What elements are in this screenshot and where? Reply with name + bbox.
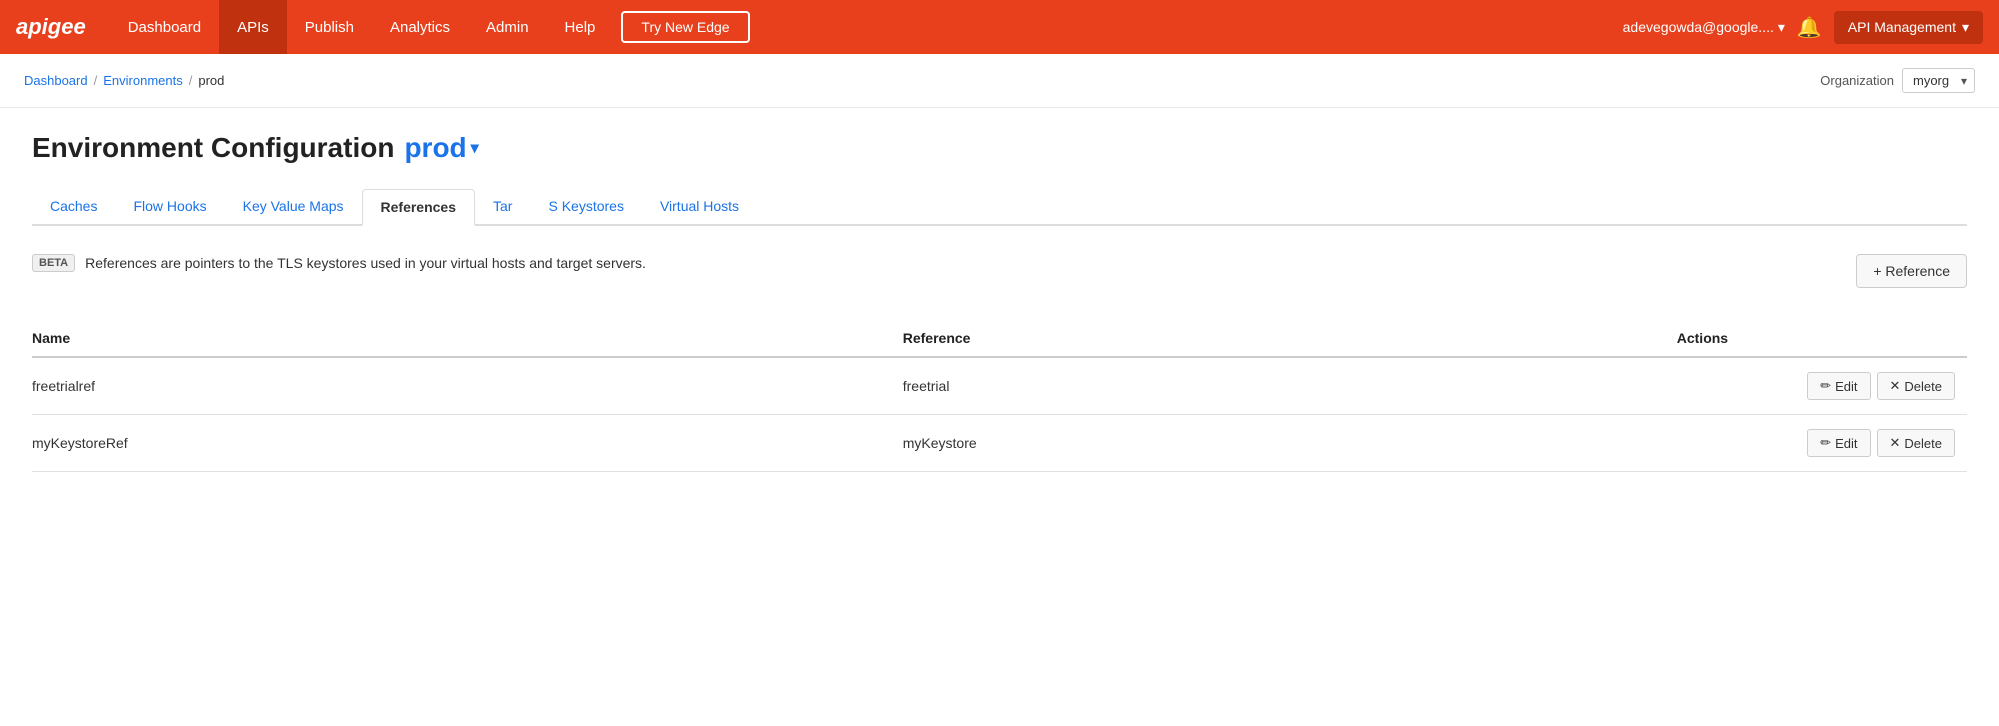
pencil-icon: ✏: [1820, 378, 1831, 394]
beta-description-text: References are pointers to the TLS keyst…: [85, 255, 646, 271]
breadcrumb-prod: prod: [198, 73, 224, 88]
breadcrumb-sep-1: /: [94, 73, 98, 88]
nav-links: Dashboard APIs Publish Analytics Admin H…: [110, 0, 1623, 54]
org-label: Organization: [1820, 73, 1894, 88]
page-content: Environment Configuration prod ▾ Caches …: [0, 108, 1999, 496]
table-body: freetrialref freetrial ✏ Edit ✕ Delete: [32, 357, 1967, 472]
table-header-row: Name Reference Actions: [32, 320, 1967, 357]
org-selector: Organization myorg: [1820, 68, 1975, 93]
row-2-edit-button[interactable]: ✏ Edit: [1807, 429, 1870, 457]
breadcrumb: Dashboard / Environments / prod: [24, 73, 224, 88]
row-1-action-btns: ✏ Edit ✕ Delete: [1677, 372, 1955, 400]
tab-references[interactable]: References: [362, 189, 476, 226]
tab-s-keystores[interactable]: S Keystores: [530, 188, 641, 226]
nav-admin[interactable]: Admin: [468, 0, 547, 54]
edit-label: Edit: [1835, 379, 1857, 394]
col-header-name: Name: [32, 320, 903, 357]
tab-caches[interactable]: Caches: [32, 188, 115, 226]
user-email: adevegowda@google....: [1623, 19, 1774, 35]
page-title: Environment Configuration prod ▾: [32, 132, 1967, 164]
references-table: Name Reference Actions freetrialref free…: [32, 320, 1967, 472]
breadcrumb-environments[interactable]: Environments: [103, 73, 182, 88]
nav-right: adevegowda@google.... ▾ 🔔 API Management…: [1623, 11, 1983, 44]
breadcrumb-bar: Dashboard / Environments / prod Organiza…: [0, 54, 1999, 108]
nav-dashboard[interactable]: Dashboard: [110, 0, 219, 54]
row-1-delete-button[interactable]: ✕ Delete: [1877, 372, 1955, 400]
row-1-edit-button[interactable]: ✏ Edit: [1807, 372, 1870, 400]
nav-apis[interactable]: APIs: [219, 0, 287, 54]
nav-analytics[interactable]: Analytics: [372, 0, 468, 54]
api-mgmt-chevron-icon: ▾: [1962, 19, 1969, 36]
try-new-edge-button[interactable]: Try New Edge: [621, 11, 749, 43]
beta-section: BETA References are pointers to the TLS …: [32, 250, 1967, 292]
row-2-actions: ✏ Edit ✕ Delete: [1677, 415, 1967, 472]
beta-badge: BETA: [32, 254, 75, 272]
tab-key-value-maps[interactable]: Key Value Maps: [225, 188, 362, 226]
tab-tar[interactable]: Tar: [475, 188, 530, 226]
page-title-text: Environment Configuration: [32, 132, 394, 164]
tabs-bar: Caches Flow Hooks Key Value Maps Referen…: [32, 188, 1967, 226]
tab-virtual-hosts[interactable]: Virtual Hosts: [642, 188, 757, 226]
col-header-reference: Reference: [903, 320, 1677, 357]
cross-icon: ✕: [1890, 435, 1901, 451]
env-name-text: prod: [404, 132, 466, 164]
top-navigation: apigee Dashboard APIs Publish Analytics …: [0, 0, 1999, 54]
env-chevron-icon: ▾: [471, 138, 479, 158]
row-1-name: freetrialref: [32, 357, 903, 415]
env-name[interactable]: prod ▾: [404, 132, 478, 164]
add-reference-button[interactable]: + Reference: [1856, 254, 1967, 288]
table-row: freetrialref freetrial ✏ Edit ✕ Delete: [32, 357, 1967, 415]
nav-help[interactable]: Help: [547, 0, 614, 54]
apigee-logo: apigee: [16, 14, 86, 40]
row-1-actions: ✏ Edit ✕ Delete: [1677, 357, 1967, 415]
row-2-reference: myKeystore: [903, 415, 1677, 472]
org-dropdown-wrapper[interactable]: myorg: [1902, 68, 1975, 93]
table-row: myKeystoreRef myKeystore ✏ Edit ✕ Delete: [32, 415, 1967, 472]
col-header-actions: Actions: [1677, 320, 1967, 357]
row-2-action-btns: ✏ Edit ✕ Delete: [1677, 429, 1955, 457]
row-2-delete-button[interactable]: ✕ Delete: [1877, 429, 1955, 457]
table-header: Name Reference Actions: [32, 320, 1967, 357]
pencil-icon: ✏: [1820, 435, 1831, 451]
delete-label: Delete: [1904, 436, 1942, 451]
beta-description: BETA References are pointers to the TLS …: [32, 254, 646, 272]
edit-label: Edit: [1835, 436, 1857, 451]
notification-bell-icon[interactable]: 🔔: [1797, 15, 1822, 40]
row-2-name: myKeystoreRef: [32, 415, 903, 472]
user-menu[interactable]: adevegowda@google.... ▾: [1623, 19, 1785, 36]
api-management-button[interactable]: API Management ▾: [1834, 11, 1983, 44]
api-mgmt-label: API Management: [1848, 19, 1956, 35]
user-chevron-icon: ▾: [1778, 19, 1785, 36]
cross-icon: ✕: [1890, 378, 1901, 394]
tab-flow-hooks[interactable]: Flow Hooks: [115, 188, 224, 226]
breadcrumb-sep-2: /: [189, 73, 193, 88]
nav-publish[interactable]: Publish: [287, 0, 372, 54]
delete-label: Delete: [1904, 379, 1942, 394]
breadcrumb-dashboard[interactable]: Dashboard: [24, 73, 88, 88]
row-1-reference: freetrial: [903, 357, 1677, 415]
org-dropdown[interactable]: myorg: [1902, 68, 1975, 93]
